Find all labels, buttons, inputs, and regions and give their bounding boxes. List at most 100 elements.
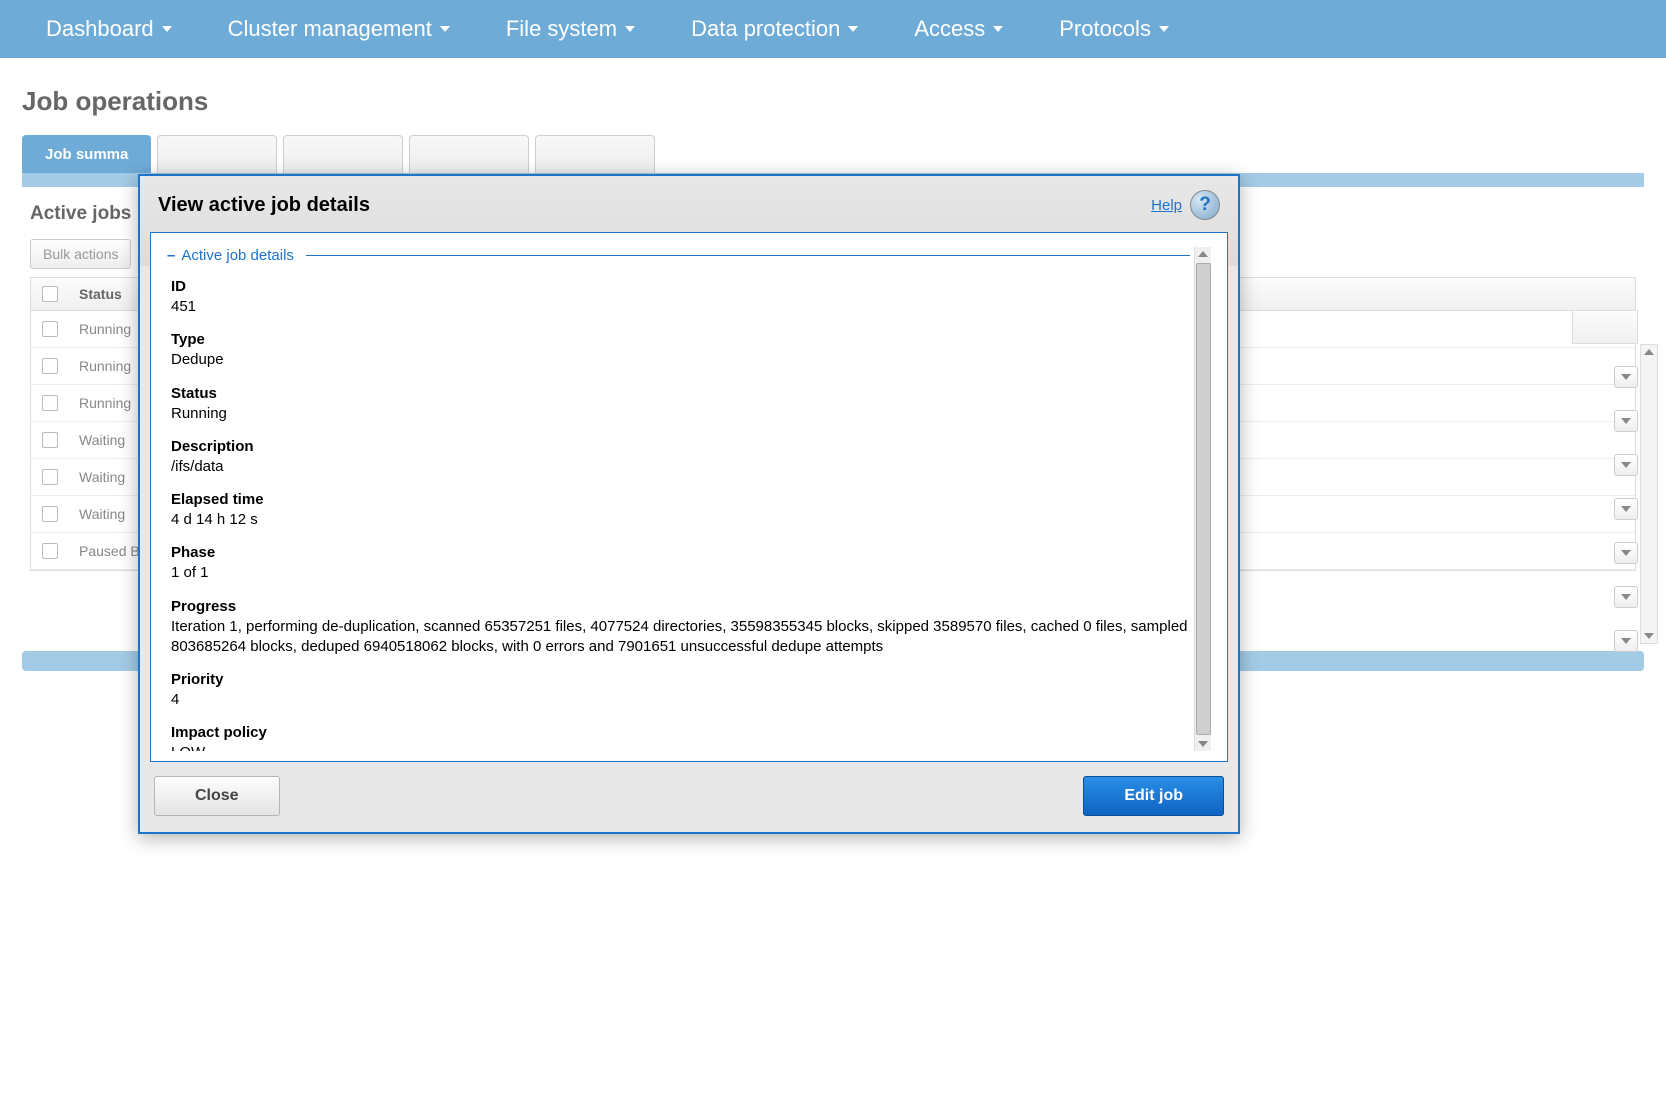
chevron-down-icon [1621, 462, 1631, 468]
row-checkbox[interactable] [42, 506, 58, 522]
priority-value: 4 [171, 690, 1190, 710]
help-icon[interactable]: ? [1190, 190, 1220, 220]
phase-value: 1 of 1 [171, 563, 1190, 583]
scroll-up-icon [1644, 349, 1654, 355]
detail-progress: Progress Iteration 1, performing de-dupl… [171, 598, 1190, 658]
nav-dashboard[interactable]: Dashboard [18, 4, 200, 54]
row-checkbox[interactable] [42, 432, 58, 448]
tab-2[interactable] [157, 135, 277, 173]
type-label: Type [171, 331, 1190, 348]
fieldset-title-text: Active job details [181, 247, 294, 264]
modal-footer: Close Edit job [140, 762, 1238, 832]
detail-priority: Priority 4 [171, 671, 1190, 710]
tab-job-summary[interactable]: Job summa [22, 135, 151, 173]
row-checkbox[interactable] [42, 395, 58, 411]
detail-elapsed: Elapsed time 4 d 14 h 12 s [171, 491, 1190, 530]
nav-label: Cluster management [228, 16, 432, 42]
status-value: Running [171, 404, 1190, 424]
tab-label: Job summa [45, 146, 128, 163]
description-label: Description [171, 438, 1190, 455]
id-label: ID [171, 278, 1190, 295]
page-title: Job operations [0, 58, 1666, 135]
phase-label: Phase [171, 544, 1190, 561]
tab-3[interactable] [283, 135, 403, 173]
nav-label: File system [506, 16, 617, 42]
chevron-down-icon [1621, 506, 1631, 512]
close-label: Close [195, 787, 239, 804]
nav-protocols[interactable]: Protocols [1031, 4, 1197, 54]
row-action-menu[interactable] [1614, 630, 1638, 652]
modal-title: View active job details [158, 194, 370, 217]
row-checkbox[interactable] [42, 469, 58, 485]
row-action-menu[interactable] [1614, 454, 1638, 476]
scroll-up-icon [1198, 251, 1208, 257]
elapsed-label: Elapsed time [171, 491, 1190, 508]
scroll-thumb[interactable] [1196, 263, 1211, 735]
modal-help: Help ? [1151, 190, 1220, 220]
bulk-actions-button[interactable]: Bulk actions [30, 239, 131, 269]
nav-file-system[interactable]: File system [478, 4, 663, 54]
job-details-modal: View active job details Help ? – Active … [138, 174, 1240, 834]
impact-value: LOW [171, 743, 1190, 751]
row-action-menu[interactable] [1614, 586, 1638, 608]
tab-4[interactable] [409, 135, 529, 173]
detail-phase: Phase 1 of 1 [171, 544, 1190, 583]
fieldset-toggle[interactable]: – Active job details [167, 247, 1190, 264]
chevron-down-icon [1621, 374, 1631, 380]
nav-label: Protocols [1059, 16, 1151, 42]
row-action-menu[interactable] [1614, 498, 1638, 520]
chevron-down-icon [848, 26, 858, 32]
nav-label: Data protection [691, 16, 840, 42]
detail-status: Status Running [171, 385, 1190, 424]
chevron-down-icon [440, 26, 450, 32]
chevron-down-icon [625, 26, 635, 32]
elapsed-value: 4 d 14 h 12 s [171, 510, 1190, 530]
chevron-down-icon [1621, 550, 1631, 556]
nav-label: Dashboard [46, 16, 154, 42]
nav-data-protection[interactable]: Data protection [663, 4, 886, 54]
description-value: /ifs/data [171, 457, 1190, 477]
chevron-down-icon [1621, 638, 1631, 644]
row-actions-column [1572, 310, 1638, 652]
modal-body-inner: – Active job details ID 451 Type Dedupe … [167, 247, 1194, 751]
chevron-down-icon [162, 26, 172, 32]
nav-cluster-management[interactable]: Cluster management [200, 4, 478, 54]
edit-job-button[interactable]: Edit job [1083, 776, 1224, 816]
help-link[interactable]: Help [1151, 197, 1182, 214]
modal-scrollbar[interactable] [1194, 247, 1211, 751]
chevron-down-icon [1159, 26, 1169, 32]
detail-description: Description /ifs/data [171, 438, 1190, 477]
table-header-corner [1572, 310, 1638, 344]
select-all-checkbox[interactable] [42, 286, 58, 302]
row-checkbox[interactable] [42, 543, 58, 559]
priority-label: Priority [171, 671, 1190, 688]
fieldset-rule [306, 255, 1190, 256]
row-action-menu[interactable] [1614, 366, 1638, 388]
status-label: Status [171, 385, 1190, 402]
progress-value: Iteration 1, performing de-duplication, … [171, 617, 1190, 658]
row-checkbox[interactable] [42, 321, 58, 337]
tab-strip: Job summa [0, 135, 1666, 173]
id-value: 451 [171, 297, 1190, 317]
row-checkbox[interactable] [42, 358, 58, 374]
edit-label: Edit job [1124, 787, 1183, 804]
tab-5[interactable] [535, 135, 655, 173]
collapse-icon: – [167, 247, 175, 264]
chevron-down-icon [1621, 418, 1631, 424]
detail-id: ID 451 [171, 278, 1190, 317]
type-value: Dedupe [171, 350, 1190, 370]
nav-access[interactable]: Access [886, 4, 1031, 54]
detail-type: Type Dedupe [171, 331, 1190, 370]
nav-label: Access [914, 16, 985, 42]
close-button[interactable]: Close [154, 776, 280, 816]
row-action-menu[interactable] [1614, 410, 1638, 432]
detail-impact: Impact policy LOW [171, 724, 1190, 751]
bulk-actions-label: Bulk actions [43, 246, 118, 262]
progress-label: Progress [171, 598, 1190, 615]
chevron-down-icon [993, 26, 1003, 32]
row-action-menu[interactable] [1614, 542, 1638, 564]
modal-body: – Active job details ID 451 Type Dedupe … [150, 232, 1228, 762]
top-nav: Dashboard Cluster management File system… [0, 0, 1666, 58]
table-scrollbar[interactable] [1640, 344, 1658, 644]
chevron-down-icon [1621, 594, 1631, 600]
